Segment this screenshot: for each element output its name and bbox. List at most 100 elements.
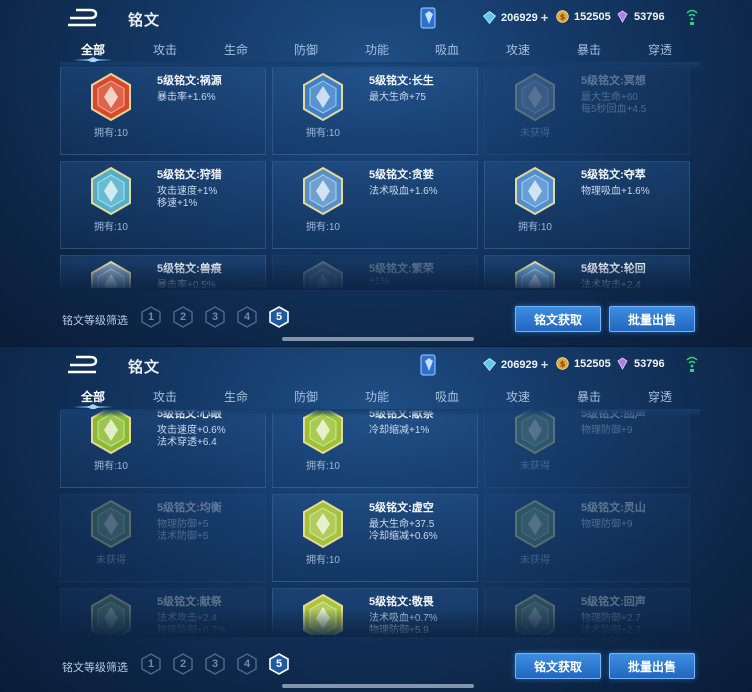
level-filter-1-label: 1 bbox=[147, 311, 155, 323]
tab-defense[interactable]: 防御 bbox=[294, 41, 318, 58]
gem-amount: 53796 bbox=[634, 357, 665, 370]
tab-attack-speed[interactable]: 攻速 bbox=[506, 41, 530, 58]
tab-attack[interactable]: 攻击 bbox=[153, 41, 177, 58]
back-arrow-icon[interactable] bbox=[66, 355, 100, 375]
rune-slot[interactable]: 拥有:10 5级铭文:献祭 冷却缩减+1% bbox=[272, 410, 478, 488]
rune-attribute: 每5秒回血+4.5 bbox=[581, 104, 647, 115]
level-filter-2[interactable]: 2 bbox=[172, 653, 194, 675]
diamond-currency: 206929 + bbox=[483, 10, 548, 25]
rune-name: 5级铭文:祸源 bbox=[157, 75, 222, 87]
rune-emblem-icon bbox=[91, 410, 131, 455]
rune-slot[interactable]: 拥有:10 5级铭文:祸源 暴击率+1.6% bbox=[60, 67, 266, 155]
level-filter-4-label: 4 bbox=[243, 658, 251, 670]
rune-name: 5级铭文:献祭 bbox=[157, 596, 222, 608]
card-collection-icon[interactable] bbox=[420, 6, 438, 30]
rune-attribute: 法术攻击+2.4 bbox=[581, 280, 641, 288]
rune-attribute: 法术防御+5 bbox=[157, 531, 209, 542]
rune-slot[interactable]: 未获得 5级铭文:冥想 最大生命+60 每5秒回血+4.5 bbox=[484, 67, 690, 155]
tab-critical[interactable]: 暴击 bbox=[577, 41, 601, 58]
rune-name: 5级铭文:回声 bbox=[581, 410, 646, 420]
rune-slot[interactable]: 未获得 5级铭文:均衡 物理防御+5 法术防御+5 bbox=[60, 494, 266, 582]
level-filter-5[interactable]: 5 bbox=[268, 653, 290, 675]
tab-attack[interactable]: 攻击 bbox=[153, 388, 177, 405]
rune-grid: 拥有:10 5级铭文:祸源 暴击率+1.6% 拥有:10 5级铭文:长生 最大生命+75 未… bbox=[60, 63, 700, 288]
tab-health[interactable]: 生命 bbox=[224, 388, 248, 405]
level-filter-3[interactable]: 3 bbox=[204, 306, 226, 328]
rune-slot[interactable]: 5级铭文:献祭 法术攻击+2.4 物理防御+0.7% bbox=[60, 588, 266, 635]
get-rune-button[interactable]: 铭文获取 bbox=[515, 306, 601, 332]
level-filter-5[interactable]: 5 bbox=[268, 306, 290, 328]
rune-slot[interactable]: 5级铭文:敬畏 法术吸血+0.7% 物理防御+5.9 bbox=[272, 588, 478, 635]
top-bar: 铭文 206929 + $ 152505 53796 bbox=[0, 347, 752, 383]
rune-owned-count: 拥有:10 bbox=[306, 222, 340, 233]
add-diamond-button[interactable]: + bbox=[541, 10, 549, 25]
add-diamond-button[interactable]: + bbox=[541, 357, 549, 372]
page-title: 铭文 bbox=[128, 359, 161, 376]
rune-attribute: 移速+1% bbox=[157, 198, 198, 209]
category-tabs: 全部 攻击 生命 防御 功能 吸血 攻速 暴击 穿透 bbox=[0, 383, 752, 410]
rune-slot[interactable]: 拥有:10 5级铭文:贪婪 法术吸血+1.6% bbox=[272, 161, 478, 249]
gem-currency: 53796 bbox=[616, 357, 665, 370]
rune-name: 5级铭文:兽痕 bbox=[157, 263, 222, 275]
diamond-amount: 206929 bbox=[501, 358, 538, 371]
rune-slot[interactable]: 未获得 5级铭文:灵山 物理防御+9 bbox=[484, 494, 690, 582]
rune-grid: 拥有:10 5级铭文:心眼 攻击速度+0.6% 法术穿透+6.4 拥有:10 5级铭文:献… bbox=[60, 410, 700, 635]
tab-utility[interactable]: 功能 bbox=[365, 388, 389, 405]
card-collection-icon[interactable] bbox=[420, 353, 438, 377]
tab-health[interactable]: 生命 bbox=[224, 41, 248, 58]
level-filter-4[interactable]: 4 bbox=[236, 306, 258, 328]
rune-slot[interactable]: 拥有:10 5级铭文:心眼 攻击速度+0.6% 法术穿透+6.4 bbox=[60, 410, 266, 488]
back-arrow-icon[interactable] bbox=[66, 8, 100, 28]
rune-attribute: 暴击率+1.6% bbox=[157, 92, 216, 103]
svg-text:$: $ bbox=[560, 360, 566, 369]
tab-attack-speed[interactable]: 攻速 bbox=[506, 388, 530, 405]
home-indicator bbox=[282, 337, 474, 341]
rune-emblem-icon bbox=[303, 410, 343, 455]
tab-penetration[interactable]: 穿透 bbox=[648, 388, 672, 405]
rune-slot[interactable]: 未获得 5级铭文:回声 物理防御+9 bbox=[484, 410, 690, 488]
level-filter-4[interactable]: 4 bbox=[236, 653, 258, 675]
rune-slot[interactable]: 5级铭文:轮回 法术攻击+2.4 bbox=[484, 255, 690, 288]
diamond-amount: 206929 bbox=[501, 11, 538, 24]
get-rune-button[interactable]: 铭文获取 bbox=[515, 653, 601, 679]
rune-slot[interactable]: 5级铭文:繁荣 +1% bbox=[272, 255, 478, 288]
gold-coin-icon: $ bbox=[556, 10, 569, 23]
tab-utility[interactable]: 功能 bbox=[365, 41, 389, 58]
tab-critical[interactable]: 暴击 bbox=[577, 388, 601, 405]
bulk-sell-button[interactable]: 批量出售 bbox=[609, 653, 695, 679]
rune-attribute: 法术吸血+1.6% bbox=[369, 186, 438, 197]
rune-slot[interactable]: 拥有:10 5级铭文:长生 最大生命+75 bbox=[272, 67, 478, 155]
rune-emblem-icon bbox=[91, 499, 131, 549]
tab-lifesteal[interactable]: 吸血 bbox=[435, 41, 459, 58]
rune-emblem-icon bbox=[515, 410, 555, 455]
rune-slot[interactable]: 拥有:10 5级铭文:夺萃 物理吸血+1.6% bbox=[484, 161, 690, 249]
rune-attribute: 物理吸血+1.6% bbox=[581, 186, 650, 197]
rune-emblem-icon bbox=[303, 72, 343, 122]
rune-emblem-icon bbox=[515, 260, 555, 288]
rune-owned-count: 未获得 bbox=[520, 128, 550, 139]
rune-slot[interactable]: 拥有:10 5级铭文:狩猎 攻击速度+1% 移速+1% bbox=[60, 161, 266, 249]
gold-currency: $ 152505 bbox=[556, 357, 611, 370]
rune-slot[interactable]: 拥有:10 5级铭文:虚空 最大生命+37.5 冷却缩减+0.6% bbox=[272, 494, 478, 582]
rune-name: 5级铭文:贪婪 bbox=[369, 169, 434, 181]
purple-gem-icon bbox=[617, 357, 628, 370]
rune-emblem-icon bbox=[91, 593, 131, 635]
diamond-icon bbox=[483, 358, 496, 371]
level-filter-3[interactable]: 3 bbox=[204, 653, 226, 675]
level-filter-5-label: 5 bbox=[275, 311, 283, 323]
rune-name: 5级铭文:夺萃 bbox=[581, 169, 646, 181]
rune-screen-bottom: 铭文 206929 + $ 152505 53796 全部 攻击 生命 防御 功… bbox=[0, 346, 752, 692]
level-filter-1[interactable]: 1 bbox=[140, 306, 162, 328]
level-filter-5-label: 5 bbox=[275, 658, 283, 670]
level-filter-2[interactable]: 2 bbox=[172, 306, 194, 328]
tab-defense[interactable]: 防御 bbox=[294, 388, 318, 405]
rune-name: 5级铭文:回声 bbox=[581, 596, 646, 608]
tab-penetration[interactable]: 穿透 bbox=[648, 41, 672, 58]
tab-lifesteal[interactable]: 吸血 bbox=[435, 388, 459, 405]
level-filter-label: 铭文等级筛选 bbox=[62, 315, 128, 327]
rune-slot[interactable]: 5级铭文:回声 物理防御+2.7 法术防御+2.7 bbox=[484, 588, 690, 635]
level-filter-1[interactable]: 1 bbox=[140, 653, 162, 675]
rune-slot[interactable]: 5级铭文:兽痕 暴击率+0.5% bbox=[60, 255, 266, 288]
category-tabs: 全部 攻击 生命 防御 功能 吸血 攻速 暴击 穿透 bbox=[0, 36, 752, 63]
bulk-sell-button[interactable]: 批量出售 bbox=[609, 306, 695, 332]
